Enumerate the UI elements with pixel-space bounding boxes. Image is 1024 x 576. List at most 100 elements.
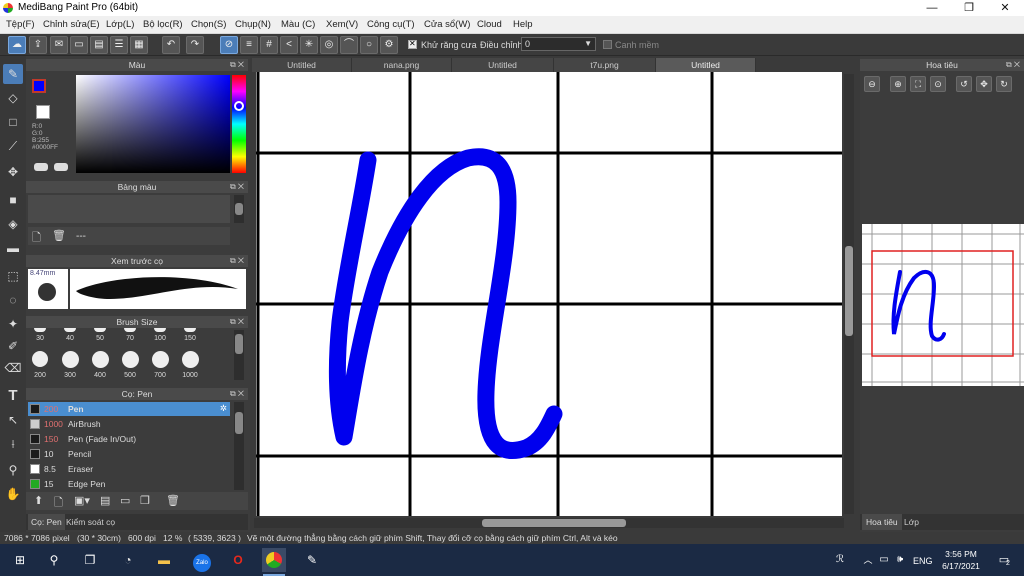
brush-list-item[interactable]: 150 Pen (Fade In/Out)	[28, 432, 230, 446]
close-button[interactable]: ✕	[988, 0, 1022, 16]
canvas-vscroll[interactable]	[844, 74, 854, 514]
brush-size-dot[interactable]	[61, 350, 79, 368]
tab-document[interactable]: t7u.png	[554, 58, 656, 72]
snap-curve-icon[interactable]: ⌒	[340, 36, 358, 54]
brush-size-dot[interactable]	[32, 351, 48, 367]
rotate-reset-icon[interactable]: ✥	[976, 76, 992, 92]
tab-document[interactable]: Untitled	[452, 58, 554, 72]
undo-icon[interactable]: ↶	[162, 36, 180, 54]
menu-tools[interactable]: Công cụ(T)	[367, 19, 415, 30]
snap-grid-icon[interactable]: #	[260, 36, 278, 54]
brush-list-item[interactable]: 15 Edge Pen	[28, 477, 230, 491]
hue-handle[interactable]	[234, 101, 244, 111]
canvas-drawing[interactable]	[256, 72, 842, 516]
people-icon[interactable]: ℛ	[828, 548, 852, 572]
bucket-tool-icon[interactable]: ◈	[3, 214, 23, 234]
add-brush-icon[interactable]: ⬆	[34, 494, 43, 507]
brush-size-scrollbar[interactable]	[234, 330, 244, 380]
stroke-tool-icon[interactable]: ⟋	[3, 136, 23, 156]
copy-icon[interactable]: ❐	[140, 494, 150, 507]
fill-rect-tool-icon[interactable]: ■	[3, 190, 23, 210]
background-swatch[interactable]	[36, 105, 50, 119]
select-pen-icon[interactable]: ✐	[3, 336, 23, 356]
trash-icon[interactable]: 🗑	[52, 229, 66, 242]
edge-icon[interactable]: ◔	[116, 548, 140, 572]
dropper-tool-icon[interactable]: ⟊	[3, 434, 23, 454]
snap-ellipse-icon[interactable]: ○	[360, 36, 378, 54]
list-icon[interactable]: ☰	[110, 36, 128, 54]
palette-area[interactable]	[28, 195, 230, 223]
notification-icon[interactable]: ▭	[992, 548, 1016, 572]
snap-circle-icon[interactable]: ◎	[320, 36, 338, 54]
menu-layer[interactable]: Lớp(L)	[106, 19, 134, 30]
chrome-icon[interactable]	[262, 548, 286, 572]
adjust-select[interactable]: 0 ▼	[521, 37, 596, 51]
brush-settings-gear-icon[interactable]: ✲	[220, 403, 227, 414]
snap-settings-icon[interactable]: ⚙	[380, 36, 398, 54]
share-icon[interactable]: ⇪	[29, 36, 47, 54]
move-tool-icon[interactable]: ✥	[3, 162, 23, 182]
snap-off-icon[interactable]: ⊘	[220, 36, 238, 54]
brush-tool-icon[interactable]: ✎	[3, 64, 23, 84]
trash-icon[interactable]: 🗑	[166, 494, 180, 507]
grid-icon[interactable]: ▦	[130, 36, 148, 54]
clock[interactable]: 3:56 PM 6/17/2021	[938, 548, 984, 572]
brush-list-item[interactable]: 200 Pen ✲	[28, 402, 230, 416]
color-mode-button[interactable]	[34, 163, 48, 171]
menu-edit[interactable]: Chỉnh sửa(E)	[43, 19, 100, 30]
rotate-left-icon[interactable]: ↺	[956, 76, 972, 92]
lasso-tool-icon[interactable]: ◌	[3, 290, 23, 310]
panel-close-icon[interactable]: ⧉ ✕	[230, 388, 244, 400]
panel-close-icon[interactable]: ⧉ ✕	[230, 255, 244, 267]
navigator-thumbnail[interactable]	[862, 224, 1024, 386]
brush-size-dot[interactable]	[151, 350, 169, 368]
task-view-icon[interactable]: ❐	[78, 548, 102, 572]
chat-icon[interactable]: ▭	[70, 36, 88, 54]
gradient-tool-icon[interactable]: ▬	[3, 238, 23, 258]
volume-icon[interactable]: 🕪	[888, 548, 912, 572]
new-brush-icon[interactable]: 🗋	[54, 494, 63, 513]
medibang-icon[interactable]: ✎	[300, 548, 324, 572]
brush-list-scrollbar[interactable]	[234, 402, 244, 490]
hscroll-thumb[interactable]	[482, 519, 626, 527]
brush-size-dot[interactable]	[124, 328, 136, 332]
saturation-value-picker[interactable]	[76, 75, 230, 173]
cloud-icon[interactable]: ☁	[8, 36, 26, 54]
operation-tool-icon[interactable]: ↖	[3, 410, 23, 430]
tab-brush[interactable]: Cọ: Pen	[28, 514, 65, 530]
eyedropper-icon[interactable]: ⚲	[3, 460, 23, 480]
snap-parallel-icon[interactable]: ≡	[240, 36, 258, 54]
magic-wand-icon[interactable]: ✦	[3, 314, 23, 334]
color-swap-button[interactable]	[54, 163, 68, 171]
select-eraser-icon[interactable]: ⌫	[3, 358, 23, 378]
select-tool-icon[interactable]: ⬚	[3, 266, 23, 286]
antialias-checkbox[interactable]	[408, 39, 417, 49]
brush-list-item[interactable]: 8.5 Eraser	[28, 462, 230, 476]
opera-icon[interactable]: O	[226, 548, 250, 572]
palette-scrollbar[interactable]	[234, 195, 244, 223]
panel-close-icon[interactable]: ⧉ ✕	[230, 181, 244, 193]
brush-size-dot[interactable]	[181, 350, 199, 368]
file-explorer-icon[interactable]: ▬	[152, 548, 176, 572]
panel-close-icon[interactable]: ⧉ ✕	[230, 316, 244, 328]
windows-start-icon[interactable]: ⊞	[8, 548, 32, 572]
comment-icon[interactable]: ✉	[50, 36, 68, 54]
tab-document[interactable]: nana.png	[352, 58, 452, 72]
tab-document-active[interactable]: Untitled	[656, 58, 756, 72]
maximize-button[interactable]: ❐	[952, 0, 986, 16]
text-tool-icon[interactable]: T	[3, 386, 23, 406]
rect-tool-icon[interactable]: □	[3, 112, 23, 132]
hand-tool-icon[interactable]: ✋	[3, 484, 23, 504]
tab-layer[interactable]: Lớp	[904, 517, 919, 527]
search-icon[interactable]: ⚲	[42, 548, 66, 572]
brush-size-dot[interactable]	[154, 328, 166, 332]
brush-size-dot[interactable]	[91, 350, 109, 368]
zalo-icon[interactable]: Zalo	[190, 548, 214, 572]
tab-brush-control[interactable]: Kiểm soát cọ	[66, 517, 115, 527]
folder-icon[interactable]: ▭	[120, 494, 130, 507]
zoom-out-icon[interactable]: ⊖	[864, 76, 880, 92]
canvas-hscroll[interactable]	[254, 518, 844, 528]
page-icon[interactable]: ▤	[90, 36, 108, 54]
brush-list-item[interactable]: 1000 AirBrush	[28, 417, 230, 431]
hue-slider[interactable]	[232, 75, 246, 173]
